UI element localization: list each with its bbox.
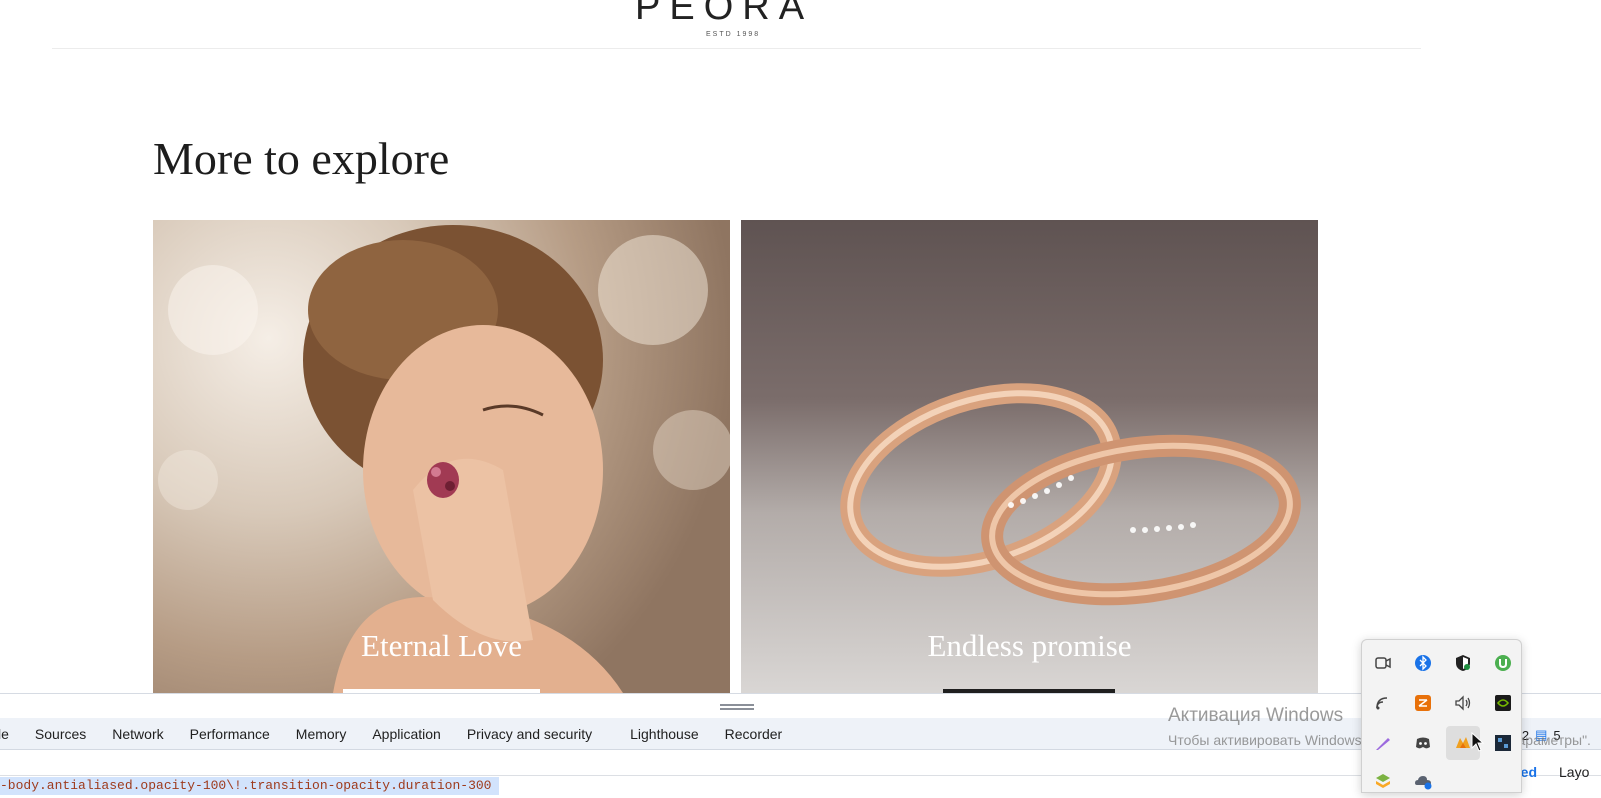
nvidia-icon[interactable] <box>1486 686 1520 720</box>
tab-application[interactable]: Application <box>359 726 454 742</box>
app-orange-icon[interactable] <box>1406 686 1440 720</box>
app-dark-icon[interactable] <box>1486 726 1520 760</box>
devtools-resize-handle[interactable] <box>720 704 754 710</box>
explore-card-eternal-love[interactable]: Eternal Love <box>153 220 730 693</box>
tab-performance[interactable]: Performance <box>177 726 283 742</box>
card-label: Eternal Love <box>361 628 522 663</box>
site-header: PEORA ESTD 1998 <box>0 0 1601 50</box>
utorrent-icon[interactable] <box>1486 646 1520 680</box>
tab-console[interactable]: le <box>0 726 22 742</box>
discord-icon[interactable] <box>1406 726 1440 760</box>
system-tray-overflow <box>1361 639 1522 793</box>
security-shield-icon[interactable] <box>1446 646 1480 680</box>
explore-card-endless-promise[interactable]: Endless promise <box>741 220 1318 693</box>
pen-icon[interactable] <box>1366 726 1400 760</box>
styles-pane-tabs: ted Layo <box>1516 764 1589 780</box>
tab-layout[interactable]: Layo <box>1559 764 1589 780</box>
header-divider <box>52 48 1421 49</box>
tab-lighthouse[interactable]: Lighthouse <box>617 726 712 742</box>
card-photo-woman-ring <box>158 225 730 693</box>
bluetooth-icon[interactable] <box>1406 646 1440 680</box>
brand-logo[interactable]: PEORA <box>635 0 813 29</box>
tab-recorder[interactable]: Recorder <box>712 726 796 742</box>
camera-icon[interactable] <box>1366 646 1400 680</box>
card-photo-wedding-rings <box>840 383 1301 606</box>
wifi-icon[interactable] <box>1366 686 1400 720</box>
card-label: Endless promise <box>927 628 1132 663</box>
tab-privacy-security[interactable]: Privacy and security <box>454 726 605 742</box>
selected-element-breadcrumb[interactable]: -body.antialiased.opacity-100\!.transiti… <box>0 777 500 795</box>
section-title: More to explore <box>153 133 450 184</box>
brand-logo-subtitle: ESTD 1998 <box>706 31 761 38</box>
mouse-cursor-icon <box>1471 732 1485 752</box>
tab-network[interactable]: Network <box>99 726 176 742</box>
volume-icon[interactable] <box>1446 686 1480 720</box>
tab-memory[interactable]: Memory <box>283 726 360 742</box>
tab-sources[interactable]: Sources <box>22 726 99 742</box>
